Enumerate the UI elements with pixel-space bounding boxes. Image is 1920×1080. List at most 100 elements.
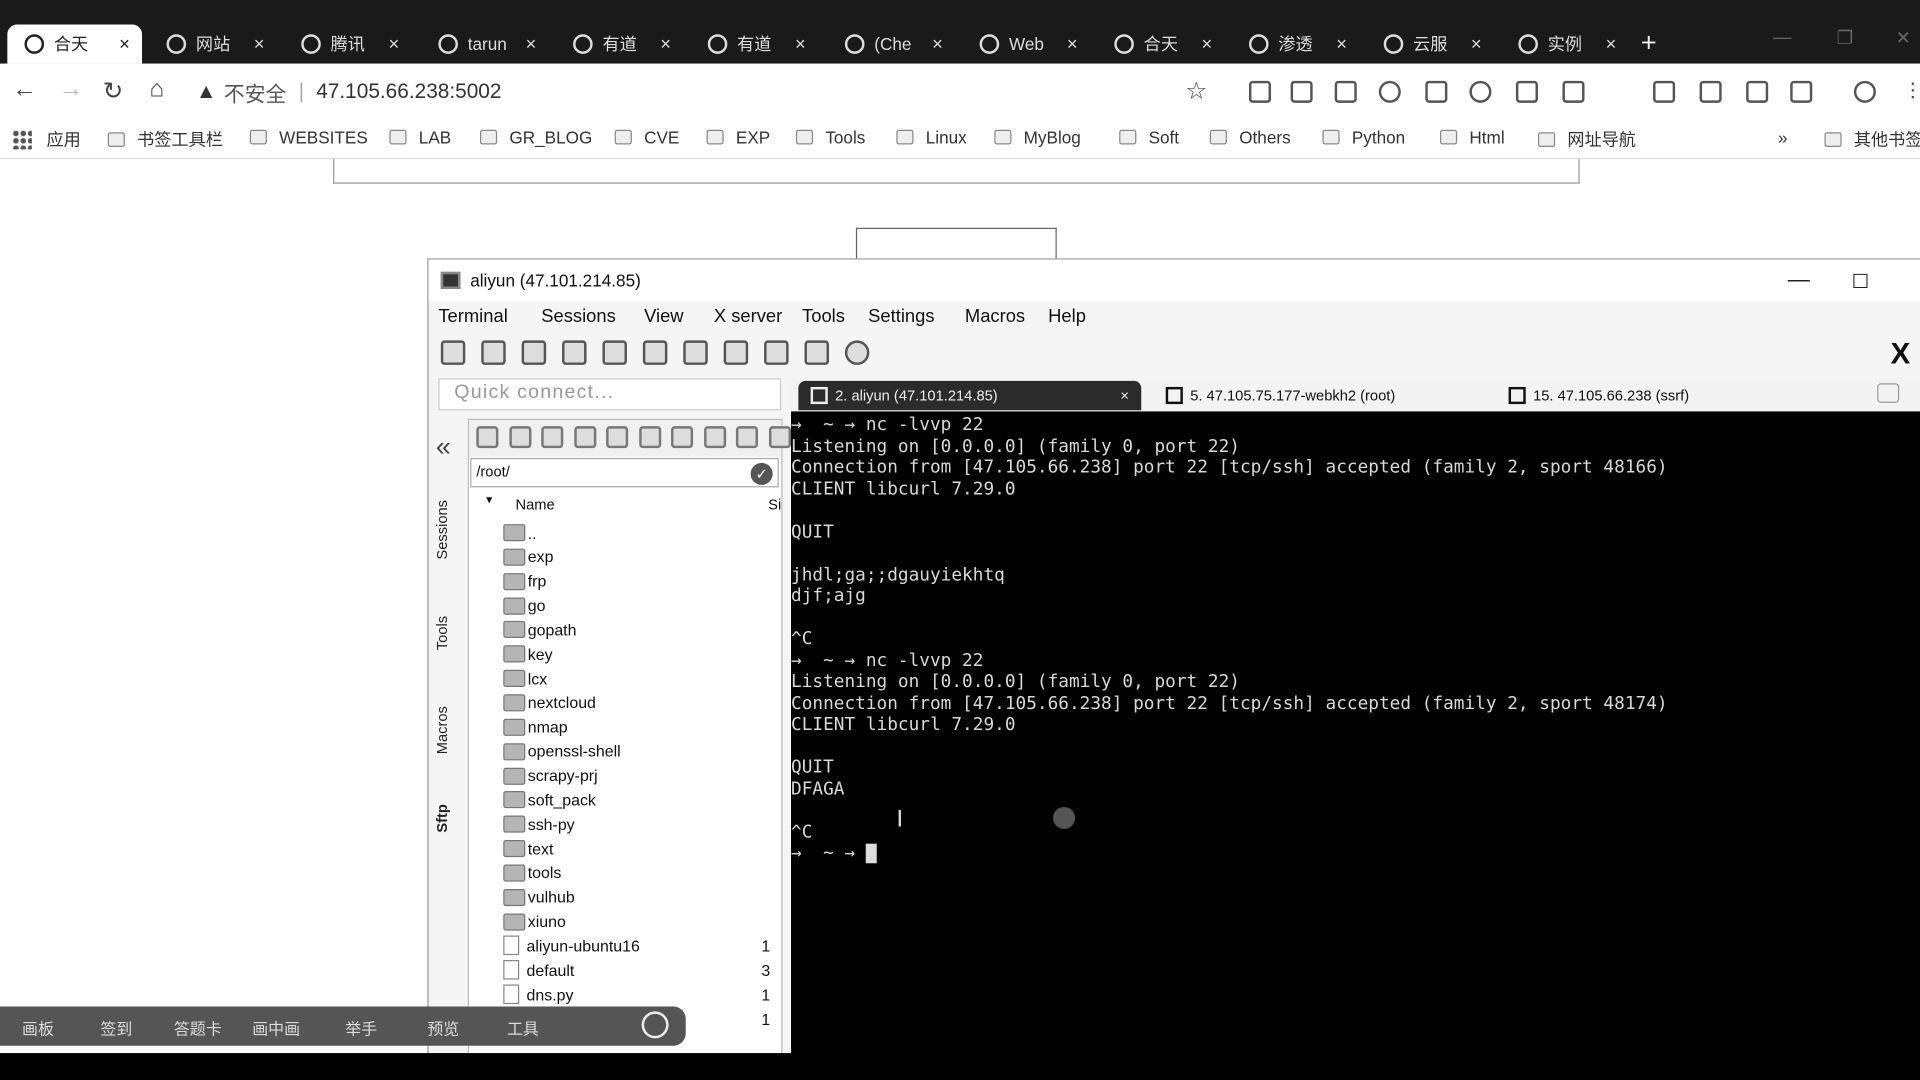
- sftp-tool-icon[interactable]: [508, 426, 531, 449]
- bookmark-item[interactable]: Python: [1322, 127, 1405, 147]
- maximize-button[interactable]: ☐: [1851, 269, 1869, 293]
- tab-close-icon[interactable]: ×: [1067, 34, 1078, 55]
- sftp-tool-icon[interactable]: [671, 426, 694, 449]
- toolbar-icon[interactable]: [440, 340, 466, 365]
- browser-tab[interactable]: 合天 ×: [7, 24, 143, 64]
- terminal-tab-close-icon[interactable]: ×: [1120, 387, 1129, 404]
- profile-avatar-icon[interactable]: [1853, 80, 1876, 103]
- back-icon[interactable]: ←: [12, 76, 36, 104]
- folder-item[interactable]: lcx: [503, 666, 775, 690]
- menu-item[interactable]: X server: [714, 306, 782, 327]
- extension-icon[interactable]: [1290, 80, 1313, 103]
- close-x-icon[interactable]: X: [1891, 338, 1911, 372]
- path-confirm-icon[interactable]: ✓: [750, 462, 773, 485]
- toolbar-icon[interactable]: [723, 340, 749, 365]
- menu-item[interactable]: Terminal: [438, 306, 507, 327]
- toolbar-icon[interactable]: [642, 340, 668, 365]
- tab-close-icon[interactable]: ×: [388, 34, 399, 55]
- file-item[interactable]: dns.py 1: [503, 982, 775, 1006]
- sidetab-sessions[interactable]: Sessions: [433, 487, 467, 573]
- minimize-button[interactable]: —: [1788, 267, 1810, 293]
- folder-item[interactable]: text: [503, 836, 775, 860]
- extension-icon[interactable]: [1248, 80, 1272, 103]
- toolbar-icon[interactable]: [844, 340, 870, 365]
- terminal-tab[interactable]: 15. 47.105.66.238 (ssrf): [1496, 381, 1814, 410]
- bookmark-item[interactable]: Others: [1209, 127, 1291, 147]
- toolbar-icon[interactable]: [602, 340, 627, 365]
- browser-tab[interactable]: 网站 ×: [149, 24, 276, 63]
- terminal-tab[interactable]: 5. 47.105.75.177-webkh2 (root): [1153, 381, 1484, 410]
- bookmark-item[interactable]: GR_BLOG: [480, 127, 592, 147]
- menu-item[interactable]: View: [644, 306, 683, 327]
- sidetab-macros[interactable]: Macros: [433, 693, 467, 766]
- column-name[interactable]: Name: [516, 496, 555, 513]
- folder-item[interactable]: nextcloud: [503, 691, 775, 715]
- sort-chevron-icon[interactable]: ▾: [486, 493, 492, 506]
- tab-close-icon[interactable]: ×: [119, 34, 130, 55]
- overlay-item[interactable]: 画板: [22, 1016, 54, 1039]
- folder-item[interactable]: tools: [503, 861, 775, 885]
- folder-item[interactable]: openssl-shell: [503, 739, 775, 763]
- overlay-item[interactable]: 签到: [100, 1016, 132, 1039]
- sftp-tool-icon[interactable]: [541, 426, 564, 449]
- extension-icon[interactable]: [1469, 80, 1492, 103]
- tab-close-icon[interactable]: ×: [526, 34, 537, 55]
- extension-icon[interactable]: [1334, 80, 1357, 103]
- home-icon[interactable]: ⌂: [149, 76, 164, 104]
- sftp-tool-icon[interactable]: [703, 426, 726, 449]
- overlay-item[interactable]: 画中画: [252, 1016, 300, 1039]
- tab-close-icon[interactable]: ×: [1471, 34, 1482, 55]
- other-bookmarks[interactable]: 其他书签: [1824, 127, 1920, 151]
- extension-icon[interactable]: [1515, 80, 1538, 103]
- browser-tab[interactable]: (Che ×: [828, 24, 955, 63]
- tab-close-icon[interactable]: ×: [1336, 34, 1347, 55]
- tab-close-icon[interactable]: ×: [660, 34, 671, 55]
- bookmark-item[interactable]: 网址导航: [1537, 127, 1636, 151]
- toolbar-icon[interactable]: [481, 340, 506, 365]
- browser-tab[interactable]: 渗透 ×: [1232, 24, 1359, 63]
- toolbar-icon[interactable]: [804, 340, 829, 365]
- bookmark-item[interactable]: EXP: [706, 127, 770, 147]
- extension-icon[interactable]: [1425, 80, 1448, 103]
- reload-icon[interactable]: ↻: [103, 76, 124, 107]
- bookmark-item[interactable]: 书签工具栏: [107, 127, 223, 151]
- bookmark-item[interactable]: CVE: [614, 127, 679, 147]
- extension-icon[interactable]: [1746, 80, 1769, 103]
- extension-icon[interactable]: [1562, 80, 1585, 103]
- toolbar-icon[interactable]: [764, 340, 789, 365]
- tab-close-icon[interactable]: ×: [1202, 34, 1213, 55]
- column-size[interactable]: Si: [768, 496, 781, 513]
- browser-tab[interactable]: 合天 ×: [1097, 24, 1224, 63]
- bookmark-item[interactable]: 应用: [12, 127, 81, 151]
- extension-icon[interactable]: [1699, 80, 1722, 103]
- bookmark-item[interactable]: Html: [1440, 127, 1505, 147]
- browser-tab[interactable]: 有道 ×: [556, 24, 683, 63]
- folder-item[interactable]: key: [503, 642, 775, 666]
- folder-item[interactable]: exp: [503, 545, 775, 569]
- menu-item[interactable]: Tools: [802, 306, 845, 327]
- toolbar-icon[interactable]: [521, 340, 547, 365]
- sftp-tool-icon[interactable]: [573, 426, 596, 449]
- menu-dots-icon[interactable]: ⋮: [1903, 78, 1920, 102]
- bookmark-item[interactable]: Tools: [795, 127, 865, 147]
- tab-close-icon[interactable]: ×: [795, 34, 806, 55]
- folder-item[interactable]: go: [503, 593, 775, 617]
- extension-icon[interactable]: [1790, 80, 1813, 103]
- file-item[interactable]: default 3: [503, 958, 775, 982]
- bookmarks-more-button[interactable]: »: [1778, 127, 1788, 147]
- toolbar-icon[interactable]: [683, 340, 708, 365]
- folder-item[interactable]: gopath: [503, 618, 775, 642]
- folder-item[interactable]: frp: [503, 569, 775, 593]
- sftp-tool-icon[interactable]: [606, 426, 629, 449]
- tab-close-icon[interactable]: ×: [932, 34, 943, 55]
- quick-connect-input[interactable]: Quick connect...: [438, 378, 782, 411]
- folder-item[interactable]: xiuno: [503, 909, 775, 933]
- close-window-icon[interactable]: ✕: [1896, 27, 1911, 49]
- sftp-tool-icon[interactable]: [735, 426, 758, 449]
- folder-item[interactable]: vulhub: [503, 885, 775, 909]
- bookmark-star-icon[interactable]: ☆: [1185, 76, 1207, 107]
- folder-item[interactable]: nmap: [503, 715, 775, 739]
- new-tab-button[interactable]: +: [1641, 27, 1657, 59]
- menu-item[interactable]: Settings: [868, 306, 934, 327]
- bookmark-item[interactable]: MyBlog: [994, 127, 1081, 147]
